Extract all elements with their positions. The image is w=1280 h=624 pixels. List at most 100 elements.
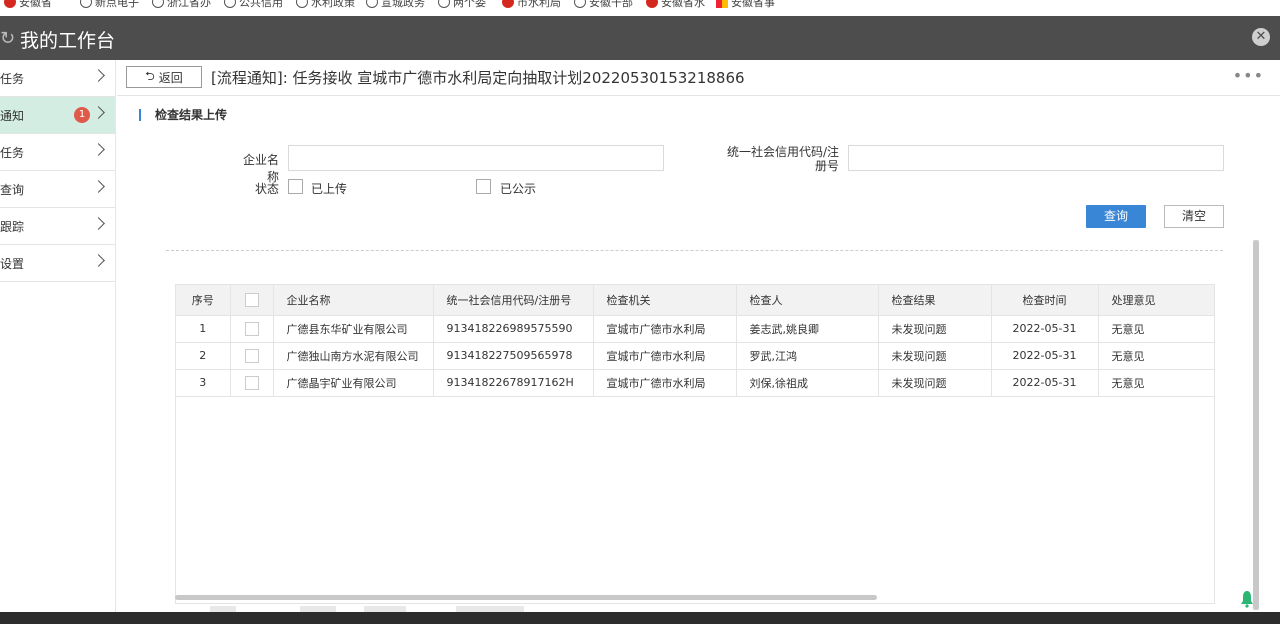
sidebar-item-label: 查询 [0, 182, 25, 197]
credit-code-input[interactable] [848, 145, 1224, 171]
cell-authority: 宣城市广德市水利局 [593, 342, 737, 370]
divider [166, 250, 1223, 251]
column-header-opinion: 处理意见 [1098, 285, 1214, 316]
cell-seq: 2 [176, 342, 231, 370]
back-arrow-icon: ⮌ [145, 68, 155, 83]
globe-icon [224, 0, 236, 8]
notification-badge: 1 [74, 107, 90, 123]
bookmark-item[interactable]: 宣城政务 [366, 0, 425, 12]
sidebar-item-label: 跟踪 [0, 219, 25, 234]
vertical-scrollbar-thumb[interactable] [1253, 240, 1259, 610]
column-header-authority: 检查机关 [593, 285, 737, 316]
status-label: 状态 [254, 182, 279, 196]
cell-code: 913418226989575590 [433, 315, 594, 343]
row-checkbox[interactable] [244, 348, 259, 363]
bookmark-item[interactable]: 新点电子 [80, 0, 139, 12]
taskbar [0, 612, 1280, 624]
column-header-code: 统一社会信用代码/注册号 [433, 285, 594, 316]
vertical-scrollbar[interactable] [1253, 240, 1259, 610]
sidebar-item-label: 任务 [0, 71, 25, 86]
chevron-right-icon [92, 217, 105, 230]
cell-company: 广德独山南方水泥有限公司 [273, 342, 434, 370]
column-header-select [230, 285, 274, 316]
sidebar-item-task[interactable]: 任务 [0, 60, 115, 97]
cell-authority: 宣城市广德市水利局 [593, 369, 737, 397]
cell-opinion: 无意见 [1098, 369, 1214, 397]
cell-result: 未发现问题 [878, 315, 992, 343]
cell-inspectors: 刘保,徐祖成 [736, 369, 879, 397]
more-icon[interactable]: ••• [1233, 66, 1264, 85]
tile-icon [716, 0, 728, 8]
cell-seq: 1 [176, 315, 231, 343]
sidebar-item-settings[interactable]: 设置 [0, 245, 115, 282]
sidebar-item-notice[interactable]: 通知 1 [0, 97, 115, 134]
close-icon[interactable]: ✕ [1252, 28, 1270, 46]
bookmark-item[interactable]: 安徽干部 [574, 0, 633, 12]
section-title: 检查结果上传 [155, 108, 228, 122]
horizontal-scrollbar[interactable] [175, 595, 1215, 601]
bookmark-item[interactable]: 浙江省办 [152, 0, 211, 12]
clear-button[interactable]: 清空 [1164, 205, 1224, 228]
bookmark-item[interactable]: 安徽省水 [646, 0, 705, 12]
cell-authority: 宣城市广德市水利局 [593, 315, 737, 343]
sidebar-nav: 任务 通知 1 任务 查询 跟踪 设置 [0, 60, 116, 612]
sidebar-item-label: 通知 [0, 108, 25, 123]
cell-company: 广德晶宇矿业有限公司 [273, 369, 434, 397]
bookmarks-bar: 安徽省 新点电子 浙江省办 公共信用 水利政策 宣城政务 两个委 市水利局 安徽… [0, 0, 1280, 16]
bookmark-item[interactable]: 公共信用 [224, 0, 283, 12]
table-row[interactable]: 3 广德晶宇矿业有限公司 91341822678917162H 宣城市广德市水利… [176, 369, 1214, 397]
status-uploaded-checkbox[interactable] [288, 179, 303, 194]
chevron-right-icon [92, 106, 105, 119]
cell-result: 未发现问题 [878, 342, 992, 370]
table-row[interactable]: 1 广德县东华矿业有限公司 913418226989575590 宣城市广德市水… [176, 315, 1214, 343]
cell-code: 913418227509565978 [433, 342, 594, 370]
cell-code: 91341822678917162H [433, 369, 594, 397]
cell-date: 2022-05-31 [991, 369, 1099, 397]
query-button[interactable]: 查询 [1086, 205, 1146, 228]
row-checkbox[interactable] [244, 321, 259, 336]
cell-inspectors: 姜志武,姚良卿 [736, 315, 879, 343]
cell-result: 未发现问题 [878, 369, 992, 397]
cell-opinion: 无意见 [1098, 342, 1214, 370]
bookmark-item[interactable]: 两个委 [438, 0, 486, 12]
cell-inspectors: 罗武,江鸿 [736, 342, 879, 370]
refresh-icon[interactable]: ↻ [0, 28, 15, 49]
column-header-result: 检查结果 [878, 285, 992, 316]
column-header-date: 检查时间 [991, 285, 1099, 316]
select-all-checkbox[interactable] [244, 292, 259, 307]
sidebar-item-label: 任务 [0, 145, 25, 160]
status-uploaded-label: 已上传 [311, 182, 348, 196]
cell-date: 2022-05-31 [991, 342, 1099, 370]
back-button[interactable]: ⮌ 返回 [126, 66, 202, 88]
bookmark-item[interactable]: 安徽省事 [716, 0, 775, 12]
content-topbar: ⮌ 返回 [流程通知]: 任务接收 宣城市广德市水利局定向抽取计划2022053… [117, 60, 1280, 96]
emblem-icon [502, 0, 514, 8]
globe-icon [152, 0, 164, 8]
chevron-right-icon [92, 69, 105, 82]
sidebar-item-query[interactable]: 查询 [0, 171, 115, 208]
sidebar-item-track[interactable]: 跟踪 [0, 208, 115, 245]
window-title: 我的工作台 [20, 30, 116, 52]
cell-date: 2022-05-31 [991, 315, 1099, 343]
column-header-inspector: 检查人 [736, 285, 879, 316]
status-published-checkbox[interactable] [476, 179, 491, 194]
globe-icon [438, 0, 450, 8]
cell-select [230, 315, 274, 343]
table-row[interactable]: 2 广德独山南方水泥有限公司 913418227509565978 宣城市广德市… [176, 342, 1214, 370]
bookmark-item[interactable]: 市水利局 [502, 0, 561, 12]
bookmark-item[interactable]: 水利政策 [296, 0, 355, 12]
sidebar-item-label: 设置 [0, 256, 25, 271]
bookmark-item[interactable]: 安徽省 [4, 0, 52, 12]
results-table: 序号 企业名称 统一社会信用代码/注册号 检查机关 检查人 检查结果 检查时间 … [175, 284, 1215, 604]
cell-select [230, 369, 274, 397]
cell-select [230, 342, 274, 370]
sidebar-item-task-2[interactable]: 任务 [0, 134, 115, 171]
horizontal-scrollbar-thumb[interactable] [175, 595, 877, 600]
bell-icon[interactable] [1240, 590, 1254, 608]
chevron-right-icon [92, 143, 105, 156]
row-checkbox[interactable] [244, 375, 259, 390]
page-title: [流程通知]: 任务接收 宣城市广德市水利局定向抽取计划202205301532… [211, 69, 745, 87]
column-header-seq: 序号 [176, 285, 231, 316]
company-name-input[interactable] [288, 145, 664, 171]
window-titlebar: ↻ 我的工作台 ✕ [0, 16, 1280, 60]
